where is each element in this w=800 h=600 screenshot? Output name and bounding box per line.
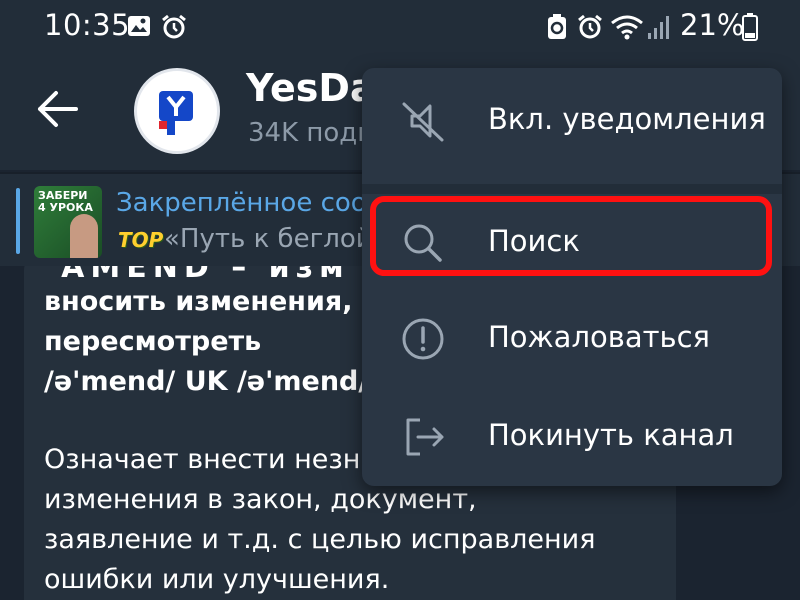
message-line-3: /ə'mend/ UK /ə'mend/: [44, 366, 369, 397]
report-icon: [398, 314, 448, 368]
status-time: 10:35: [44, 8, 131, 42]
pinned-title: Закреплённое соо: [116, 188, 367, 218]
wifi-icon: [610, 13, 644, 45]
menu-divider: [362, 184, 782, 194]
menu-label-unmute: Вкл. уведомления: [488, 102, 766, 136]
back-arrow-icon[interactable]: [36, 90, 78, 132]
menu-item-unmute[interactable]: Вкл. уведомления: [362, 72, 782, 170]
menu-label-search: Поиск: [488, 224, 580, 258]
pinned-thumbnail-text: ЗАБЕРИ 4 УРОКА: [38, 189, 93, 214]
message-line-partial: ˈAMEND – изм: [46, 266, 350, 285]
pinned-thumbnail: ЗАБЕРИ 4 УРОКА: [34, 186, 102, 258]
data-saver-icon: [546, 13, 568, 45]
channel-subscribers: 34K подп: [248, 118, 375, 148]
message-line-4: Означает внести незн: [44, 444, 361, 475]
battery-icon: [742, 13, 758, 45]
menu-item-search[interactable]: Поиск: [362, 194, 782, 292]
search-icon: [398, 218, 448, 272]
leave-icon: [398, 412, 448, 466]
channel-options-menu: Вкл. уведомления Поиск Пожаловаться Поки…: [362, 68, 782, 486]
menu-item-leave[interactable]: Покинуть канал: [362, 388, 782, 486]
top-badge: TOP: [118, 228, 164, 252]
alarm-icon: [576, 13, 604, 45]
channel-logo-icon: [159, 91, 193, 135]
signal-icon: [646, 13, 672, 45]
pinned-text: «Путь к беглой: [164, 224, 373, 254]
battery-percent: 21%: [680, 8, 745, 42]
menu-label-leave: Покинуть канал: [488, 418, 734, 452]
message-line-1: вносить изменения,: [44, 286, 353, 317]
menu-item-report[interactable]: Пожаловаться: [362, 290, 782, 388]
channel-avatar[interactable]: [134, 68, 220, 154]
thumbnail-person-image: [70, 214, 98, 258]
bell-muted-icon: [398, 96, 448, 150]
message-line-6: заявление и т.д. с целью исправления: [44, 524, 596, 555]
message-line-2: пересмотреть: [44, 326, 262, 357]
pinned-indicator: [16, 188, 20, 254]
message-line-7: ошибки или улучшения.: [44, 564, 390, 595]
alarm-icon: [160, 13, 188, 45]
status-bar: 10:35 21%: [0, 0, 800, 52]
message-line-5: изменения в закон, документ,: [44, 484, 477, 515]
menu-label-report: Пожаловаться: [488, 320, 710, 354]
image-icon: [126, 13, 152, 43]
